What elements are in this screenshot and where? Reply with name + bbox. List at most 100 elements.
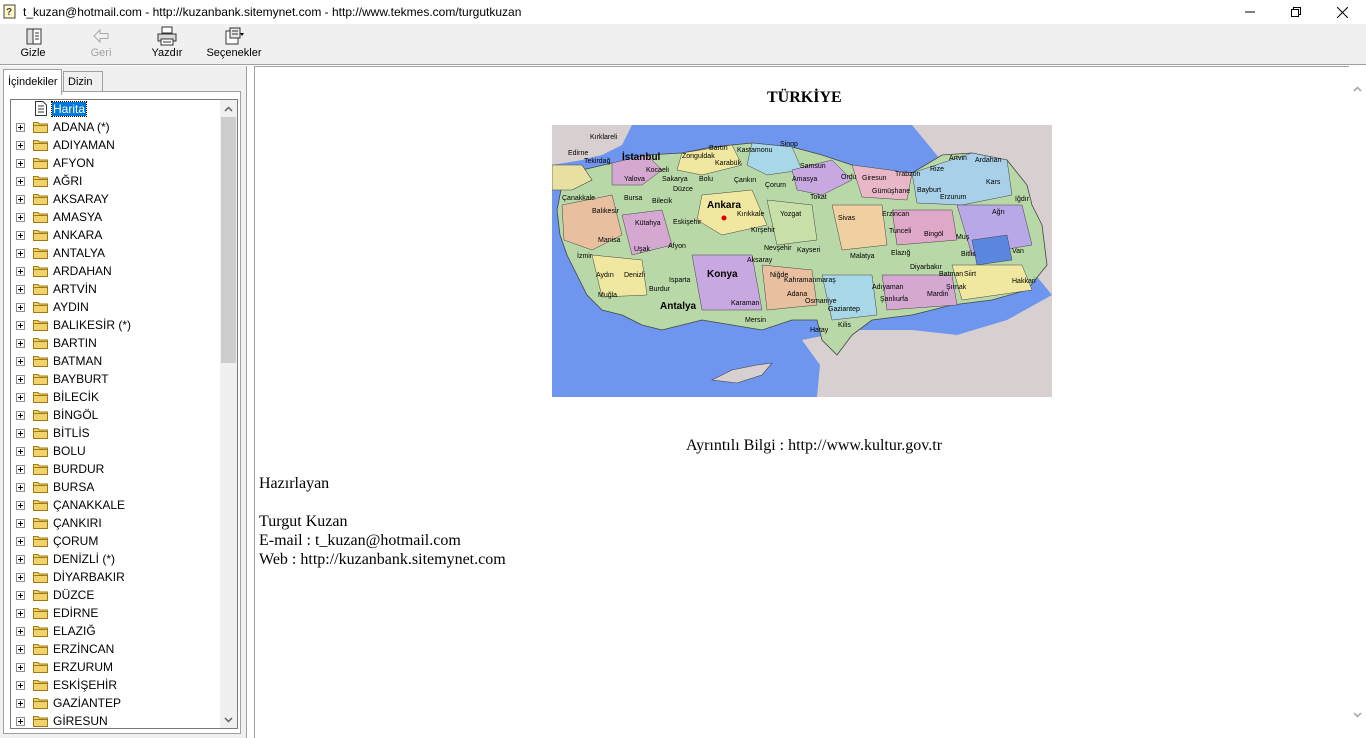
tree-item[interactable]: ELAZIĞ xyxy=(11,622,220,640)
scroll-up-button[interactable] xyxy=(220,100,237,117)
tree-item-label: BİNGÖL xyxy=(53,408,99,422)
tab-index[interactable]: Dizin xyxy=(63,71,103,93)
expand-plus-icon[interactable] xyxy=(16,321,25,330)
options-button[interactable]: Seçenekler xyxy=(205,26,263,62)
tree-item-label: ADANA (*) xyxy=(53,120,110,134)
tree-item[interactable]: ÇANAKKALE xyxy=(11,496,220,514)
tree-item[interactable]: BURSA xyxy=(11,478,220,496)
tree-item[interactable]: EDİRNE xyxy=(11,604,220,622)
tree-item[interactable]: AMASYA xyxy=(11,208,220,226)
tree-scrollbar[interactable] xyxy=(220,100,237,728)
expand-plus-icon[interactable] xyxy=(16,177,25,186)
hide-button[interactable]: Gizle xyxy=(20,26,46,62)
tree-item[interactable]: GAZİANTEP xyxy=(11,694,220,712)
expand-plus-icon[interactable] xyxy=(16,339,25,348)
content-scroll-up-button[interactable] xyxy=(1349,80,1366,97)
tree-item[interactable]: ERZURUM xyxy=(11,658,220,676)
tree-item[interactable]: ADANA (*) xyxy=(11,118,220,136)
restore-button[interactable] xyxy=(1273,0,1319,24)
tree-item[interactable]: ERZİNCAN xyxy=(11,640,220,658)
expand-plus-icon[interactable] xyxy=(16,573,25,582)
tree-item-label: ERZURUM xyxy=(53,660,113,674)
expand-plus-icon[interactable] xyxy=(16,609,25,618)
tree-item[interactable]: BİTLİS xyxy=(11,424,220,442)
close-button[interactable] xyxy=(1319,0,1365,24)
expand-plus-icon[interactable] xyxy=(16,411,25,420)
tree-item-label: BURDUR xyxy=(53,462,105,476)
expand-plus-icon[interactable] xyxy=(16,537,25,546)
tree-item-label: ÇANAKKALE xyxy=(53,498,126,512)
tree-item[interactable]: DİYARBAKIR xyxy=(11,568,220,586)
tab-contents[interactable]: İçindekiler xyxy=(3,69,62,95)
content-scroll-down-button[interactable] xyxy=(1349,706,1366,723)
map-label: Samsun xyxy=(800,163,826,170)
expand-plus-icon[interactable] xyxy=(16,519,25,528)
expand-plus-icon[interactable] xyxy=(16,285,25,294)
expand-plus-icon[interactable] xyxy=(16,231,25,240)
folder-icon xyxy=(33,194,48,205)
tree-item[interactable]: ARTVİN xyxy=(11,280,220,298)
map-label: Gümüşhane xyxy=(872,188,910,195)
expand-plus-icon[interactable] xyxy=(16,699,25,708)
tree-item[interactable]: AĞRI xyxy=(11,172,220,190)
map-label: Rize xyxy=(930,166,944,173)
map-label: Çorum xyxy=(765,182,786,189)
expand-plus-icon[interactable] xyxy=(16,555,25,564)
tree-item[interactable]: AFYON xyxy=(11,154,220,172)
tree-item[interactable]: BURDUR xyxy=(11,460,220,478)
scroll-down-button[interactable] xyxy=(220,711,237,728)
expand-plus-icon[interactable] xyxy=(16,267,25,276)
expand-plus-icon[interactable] xyxy=(16,393,25,402)
tree-item[interactable]: ÇANKIRI xyxy=(11,514,220,532)
back-button[interactable]: Geri xyxy=(88,26,114,62)
tree-item[interactable]: ANTALYA xyxy=(11,244,220,262)
expand-plus-icon[interactable] xyxy=(16,627,25,636)
tree-item-harita[interactable]: Harita xyxy=(11,100,220,118)
expand-plus-icon[interactable] xyxy=(16,645,25,654)
expand-plus-icon[interactable] xyxy=(16,123,25,132)
expand-plus-icon[interactable] xyxy=(16,303,25,312)
expand-plus-icon[interactable] xyxy=(16,159,25,168)
expand-plus-icon[interactable] xyxy=(16,663,25,672)
minimize-button[interactable] xyxy=(1227,0,1273,24)
expand-plus-icon[interactable] xyxy=(16,591,25,600)
page-heading: TÜRKİYE xyxy=(767,89,842,106)
expand-plus-icon[interactable] xyxy=(16,483,25,492)
tree-item[interactable]: ÇORUM xyxy=(11,532,220,550)
tree-item[interactable]: BAYBURT xyxy=(11,370,220,388)
tree-item[interactable]: AKSARAY xyxy=(11,190,220,208)
expand-plus-icon[interactable] xyxy=(16,465,25,474)
expand-plus-icon[interactable] xyxy=(16,141,25,150)
expand-plus-icon[interactable] xyxy=(16,375,25,384)
tree-item[interactable]: BİLECİK xyxy=(11,388,220,406)
folder-icon xyxy=(33,554,48,565)
tree-item-label: ERZİNCAN xyxy=(53,642,115,656)
tree-item[interactable]: BARTIN xyxy=(11,334,220,352)
printer-icon xyxy=(157,26,177,46)
tree-item-label: ESKİŞEHİR xyxy=(53,678,118,692)
expand-plus-icon[interactable] xyxy=(16,357,25,366)
tree-item[interactable]: BALIKESİR (*) xyxy=(11,316,220,334)
content-scrollbar[interactable] xyxy=(1349,66,1366,738)
expand-plus-icon[interactable] xyxy=(16,249,25,258)
tree-item[interactable]: ESKİŞEHİR xyxy=(11,676,220,694)
expand-plus-icon[interactable] xyxy=(16,717,25,726)
tree-item[interactable]: DENİZLİ (*) xyxy=(11,550,220,568)
expand-plus-icon[interactable] xyxy=(16,195,25,204)
tree-item[interactable]: GİRESUN xyxy=(11,712,220,728)
expand-plus-icon[interactable] xyxy=(16,501,25,510)
tree-item[interactable]: BİNGÖL xyxy=(11,406,220,424)
expand-plus-icon[interactable] xyxy=(16,429,25,438)
tree-item[interactable]: AYDIN xyxy=(11,298,220,316)
expand-plus-icon[interactable] xyxy=(16,213,25,222)
tree-item[interactable]: ANKARA xyxy=(11,226,220,244)
tree-item[interactable]: ARDAHAN xyxy=(11,262,220,280)
tree-item[interactable]: ADIYAMAN xyxy=(11,136,220,154)
expand-plus-icon[interactable] xyxy=(16,447,25,456)
tree-item[interactable]: BATMAN xyxy=(11,352,220,370)
tree-item[interactable]: DÜZCE xyxy=(11,586,220,604)
scroll-thumb[interactable] xyxy=(221,117,236,363)
expand-plus-icon[interactable] xyxy=(16,681,25,690)
print-button[interactable]: Yazdır xyxy=(150,26,184,62)
tree-item[interactable]: BOLU xyxy=(11,442,220,460)
